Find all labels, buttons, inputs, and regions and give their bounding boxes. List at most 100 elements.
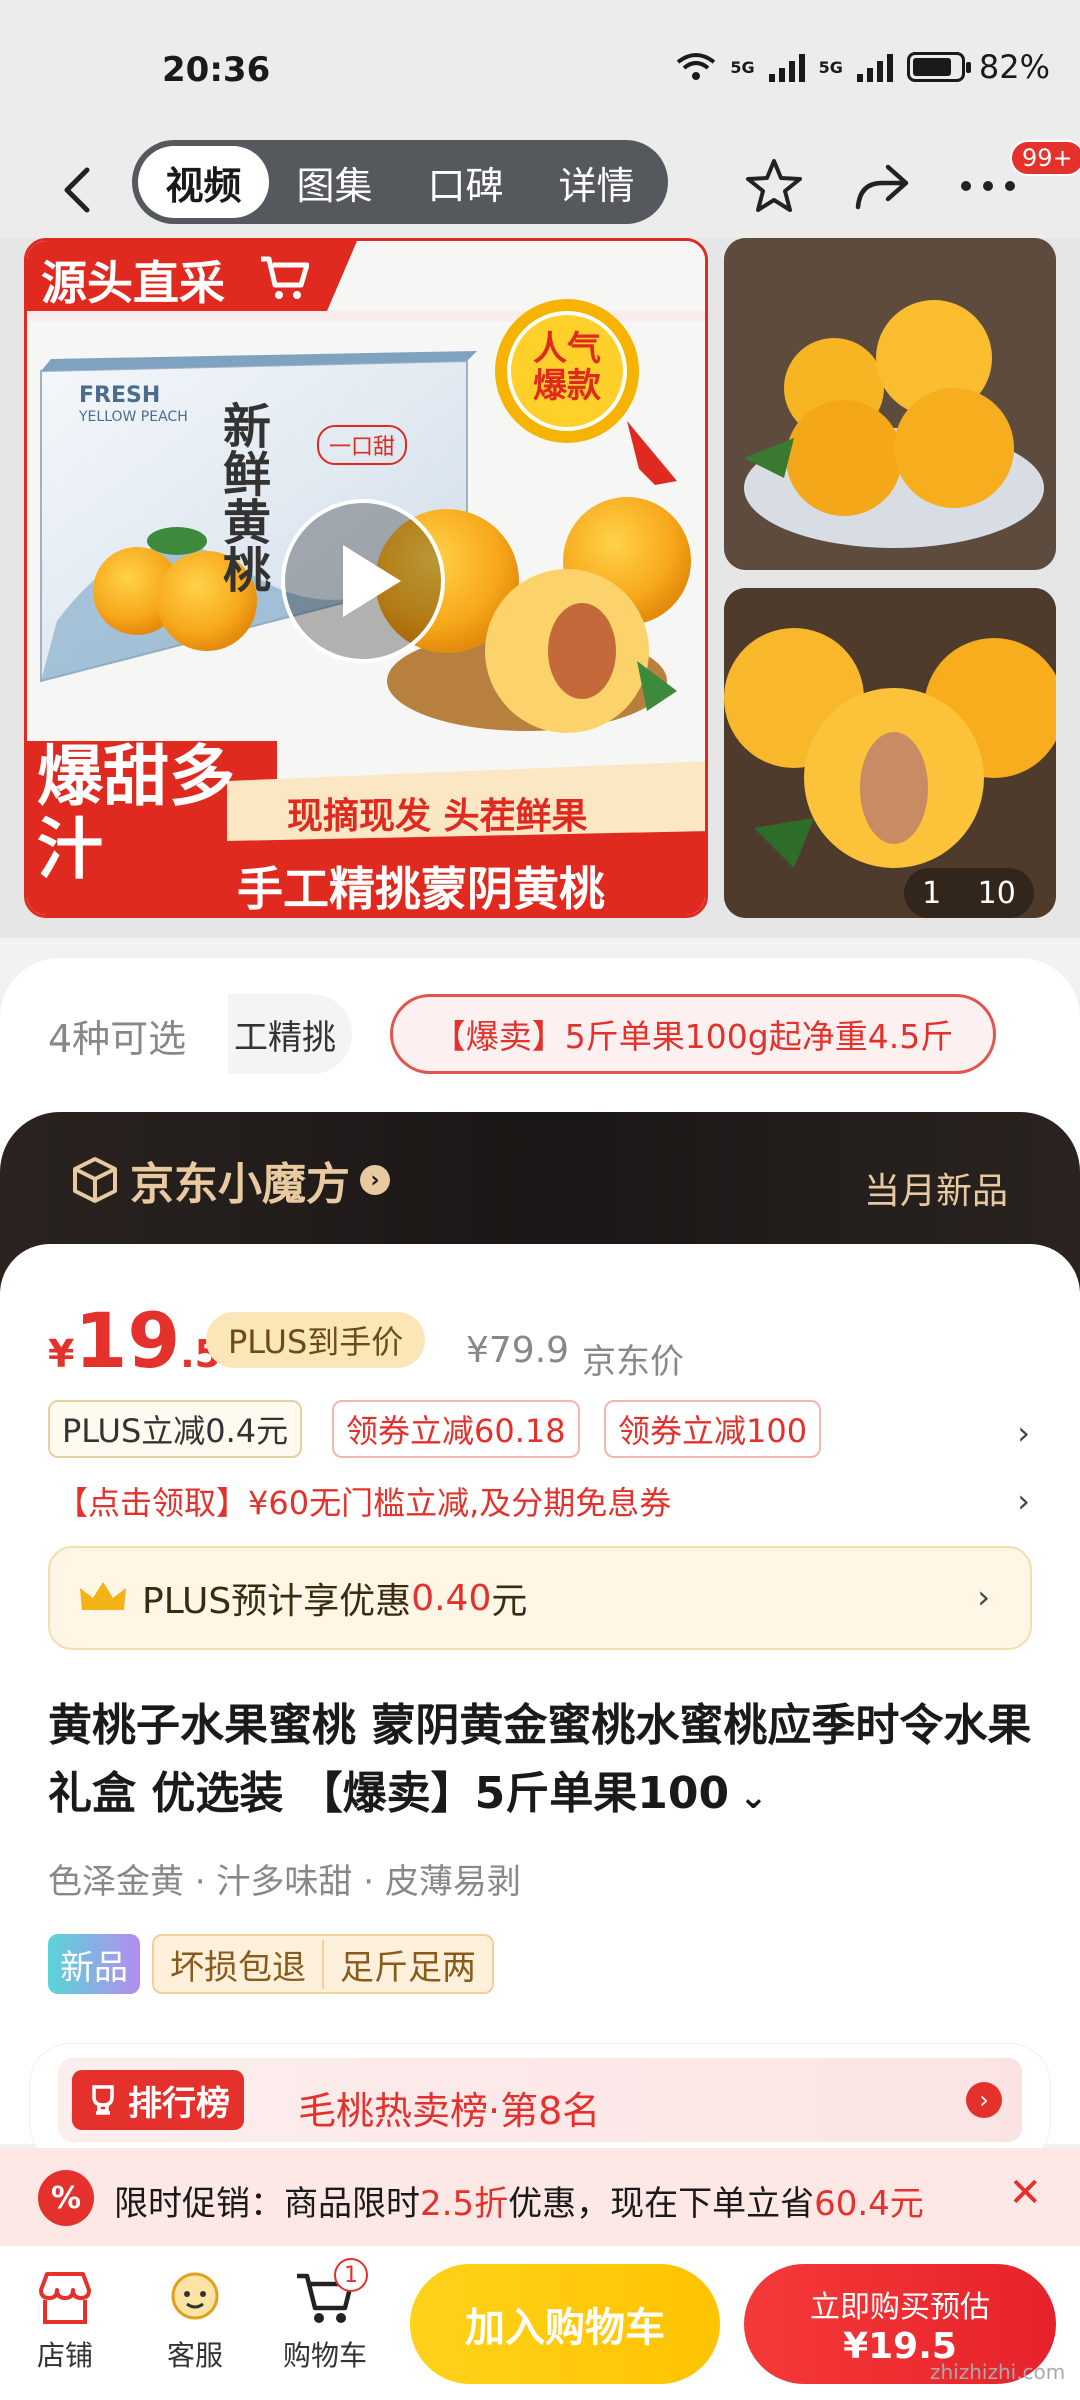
back-button[interactable] [48, 162, 104, 218]
variant-count: 4种可选 [48, 1017, 187, 1061]
tab-reviews[interactable]: 口碑 [400, 146, 531, 218]
signal-icon [768, 52, 805, 82]
promo-prefix: 限时促销：商品限时 [114, 2184, 420, 2224]
tab-details[interactable]: 详情 [531, 146, 662, 218]
gallery-thumbnail-1[interactable] [724, 238, 1056, 570]
service-button[interactable]: 客服 [140, 2270, 250, 2374]
cart-label: 购物车 [282, 2339, 367, 2372]
battery-icon [906, 52, 971, 82]
add-to-cart-button[interactable]: 加入购物车 [410, 2264, 720, 2384]
box-sub-label: YELLOW PEACH [79, 409, 188, 425]
buy-now-label: 立即购买预估 [810, 2289, 990, 2325]
original-price-label: 京东价 [582, 1342, 684, 1382]
gallery-counter: 1 10 [904, 868, 1034, 918]
cart-count-badge: 1 [334, 2258, 368, 2292]
promo-chip-coupon-2[interactable]: 领券立减100 [604, 1400, 822, 1458]
price-symbol: ¥ [48, 1332, 75, 1376]
promo-chip-coupon-1[interactable]: 领券立减60.18 [332, 1400, 580, 1458]
favorite-button[interactable] [738, 150, 810, 222]
trophy-icon [92, 2085, 114, 2115]
guarantee-tag[interactable]: 坏损包退 足斤足两 [152, 1934, 494, 1994]
slogan-handpicked: 手工精挑蒙阴黄桃 [237, 862, 605, 916]
new-product-tag: 新品 [48, 1934, 140, 1994]
ranking-bar[interactable]: 排行榜 毛桃热卖榜·第8名 › [30, 2044, 1050, 2164]
chevron-right-icon: › [966, 2082, 1002, 2118]
ranking-tag-label: 排行榜 [128, 2083, 230, 2124]
coupon-link[interactable]: 【点击领取】¥60无门槛立减,及分期免息券 [56, 1478, 671, 1524]
cart-button[interactable]: 1 购物车 [270, 2258, 380, 2374]
flash-promo-strip: % 限时促销：商品限时2.5折优惠，现在下单立省60.4元 ✕ [0, 2148, 1080, 2246]
guarantee-refund: 坏损包退 [170, 1947, 306, 1988]
slogan-fresh: 现摘现发 头茬鲜果 [287, 796, 588, 837]
chevron-left-icon [64, 167, 90, 213]
watermark: zhizhizhi.com [930, 2360, 1066, 2384]
box-title: 新鲜黄桃 [214, 401, 270, 593]
status-bar: 20:36 5G 5G 82% [0, 0, 1080, 140]
chevron-right-icon[interactable]: › [1017, 1482, 1030, 1520]
original-price: ¥79.9 [466, 1330, 570, 1371]
service-label: 客服 [166, 2339, 223, 2372]
product-tags: 新品 坏损包退 足斤足两 [48, 1934, 494, 1994]
more-icon [961, 181, 1015, 191]
share-button[interactable] [846, 150, 918, 222]
counter-total: 10 [977, 875, 1016, 911]
share-icon [855, 164, 909, 210]
bottom-action-bar: 店铺 客服 1 购物车 加入购物车 立即购买预估 ¥19.5 zhizhizhi… [0, 2246, 1080, 2400]
status-time: 20:36 [162, 50, 271, 90]
store-button[interactable]: 店铺 [10, 2270, 120, 2374]
close-icon[interactable]: ✕ [1008, 2170, 1042, 2216]
variant-option-handpicked[interactable]: 工精挑 [228, 994, 352, 1074]
box-fresh-label: FRESH [79, 383, 161, 408]
tab-gallery[interactable]: 图集 [269, 146, 400, 218]
banner-source-text: 源头直采 [41, 256, 225, 310]
product-gallery: 源头直采 FRESH YELLOW PEACH 新鲜黄桃 一口甜 人气爆款 爆甜… [0, 238, 1080, 938]
plus-savings-prefix: PLUS预计享优惠 [142, 1581, 412, 1622]
plus-price-tag: PLUS到手价 [206, 1312, 426, 1368]
ranking-tag: 排行榜 [72, 2070, 244, 2130]
promo-discount: 2.5折 [420, 2184, 509, 2224]
promo-savings: 60.4元 [814, 2184, 924, 2224]
wifi-icon [677, 53, 716, 80]
chevron-right-icon: › [977, 1578, 990, 1616]
price-display: ¥ 19 .5 [48, 1296, 221, 1385]
plus-savings-suffix: 元 [491, 1581, 528, 1622]
plus-savings-bar[interactable]: PLUS预计享优惠 0.40 元 › [48, 1546, 1032, 1650]
price-integer: 19 [74, 1296, 181, 1385]
tab-video[interactable]: 视频 [138, 146, 269, 218]
variant-option-selected[interactable]: 【爆卖】5斤单果100g起净重4.5斤 [390, 994, 996, 1074]
box-tag: 一口甜 [317, 425, 408, 465]
product-title-text: 黄桃子水果蜜桃 蒙阴黄金蜜桃水蜜桃应季时令水果礼盒 优选装 【爆卖】5斤单果10… [48, 1700, 1032, 1820]
media-tab-group: 视频 图集 口碑 详情 [132, 140, 668, 224]
ranking-text: 毛桃热卖榜·第8名 [298, 2089, 601, 2133]
peach-plate-image [724, 238, 1056, 570]
network-label-1: 5G [730, 57, 755, 77]
store-icon [39, 2272, 91, 2324]
promo-mid: 优惠，现在下单立省 [508, 2184, 815, 2224]
cart-icon [261, 256, 309, 299]
promo-text: 限时促销：商品限时2.5折优惠，现在下单立省60.4元 [114, 2176, 924, 2225]
chevron-right-icon[interactable]: › [1017, 1414, 1030, 1452]
network-label-2: 5G [818, 57, 843, 77]
status-icons: 5G 5G 82% [676, 48, 1050, 86]
customer-service-icon [171, 2272, 219, 2320]
main-product-video[interactable]: 源头直采 FRESH YELLOW PEACH 新鲜黄桃 一口甜 人气爆款 爆甜… [24, 238, 708, 918]
jd-cube-new-label: 当月新品 [863, 1171, 1008, 1212]
store-label: 店铺 [36, 2339, 93, 2372]
popular-badge: 人气爆款 [533, 329, 601, 407]
top-nav: 视频 图集 口碑 详情 99+ [0, 140, 1080, 240]
slogan-sweet: 爆甜多汁 [37, 738, 235, 888]
guarantee-weight: 足斤足两 [322, 1939, 492, 1989]
product-features: 色泽金黄 · 汁多味甜 · 皮薄易剥 [48, 1862, 521, 1902]
signal-icon-2 [856, 52, 893, 82]
variant-selector: 4种可选 工精挑 【爆卖】5斤单果100g起净重4.5斤 [0, 958, 1080, 1118]
chevron-down-icon[interactable]: ⌄ [739, 1777, 768, 1817]
product-title[interactable]: 黄桃子水果蜜桃 蒙阴黄金蜜桃水蜜桃应季时令水果礼盒 优选装 【爆卖】5斤单果10… [48, 1692, 1038, 1828]
crown-icon [80, 1582, 126, 1610]
battery-percent: 82% [978, 48, 1050, 86]
discount-icon: % [38, 2170, 94, 2226]
counter-current: 1 [922, 875, 942, 911]
promo-chip-plus[interactable]: PLUS立减0.4元 [48, 1400, 303, 1458]
chevron-right-icon: › [360, 1165, 390, 1195]
plus-savings-value: 0.40 [411, 1577, 492, 1619]
cube-icon [73, 1157, 117, 1203]
